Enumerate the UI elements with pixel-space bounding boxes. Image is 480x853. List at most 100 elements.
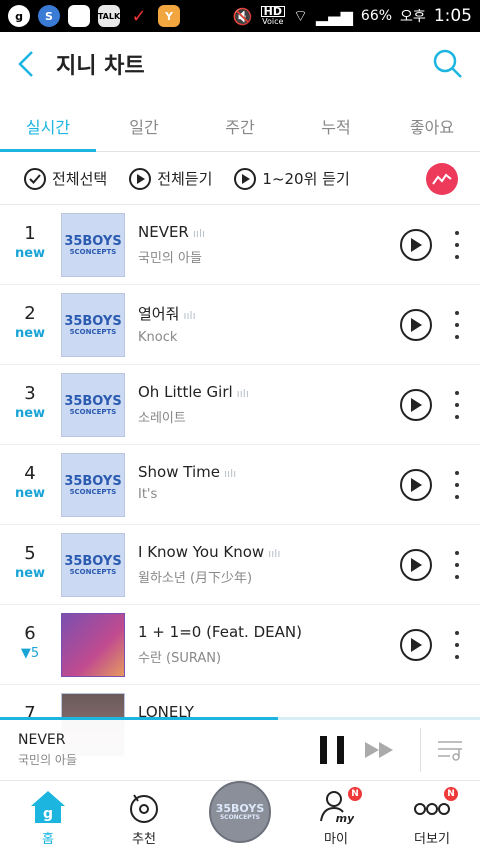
s-app-notification-icon: S xyxy=(38,5,60,27)
song-info: NEVER ıılı 국민의 아들 xyxy=(138,223,388,266)
bottom-navigation: g 홈 추천 35BOYS 5CONCEPTS N my 마이 N 더보기 xyxy=(0,780,480,853)
nav-my[interactable]: N my 마이 xyxy=(288,781,384,853)
nav-home-label: 홈 xyxy=(42,832,54,847)
song-title: Show Time xyxy=(138,463,220,481)
svg-text:g: g xyxy=(43,806,53,822)
disc-icon xyxy=(130,794,158,823)
kakaotalk-notification-icon: TALK xyxy=(98,5,120,27)
album-art: 35BOYS 5CONCEPTS xyxy=(61,533,125,597)
chart-graph-button[interactable] xyxy=(426,163,458,195)
gallery-notification-icon xyxy=(68,5,90,27)
rank-number: 3 xyxy=(24,383,36,404)
select-all-label: 전체선택 xyxy=(52,170,108,188)
tab-daily[interactable]: 일간 xyxy=(96,100,192,151)
search-icon xyxy=(433,49,462,78)
song-artist: 수란 (SURAN) xyxy=(138,651,222,666)
play-range-button[interactable]: 1~20위 듣기 xyxy=(234,167,350,190)
song-info: 열어줘 ıılı Knock xyxy=(138,303,388,345)
nav-more[interactable]: N 더보기 xyxy=(384,781,480,853)
tab-realtime[interactable]: 실시간 xyxy=(0,100,96,152)
nav-now-playing[interactable]: 35BOYS 5CONCEPTS xyxy=(192,781,288,853)
battery-level: 66% xyxy=(360,8,393,24)
rank: 3 new xyxy=(10,383,50,421)
rank-status: new xyxy=(14,406,46,421)
playlist-button[interactable] xyxy=(436,738,464,766)
waveform-icon: ıılı xyxy=(223,467,237,480)
waveform-icon: ıılı xyxy=(236,387,249,400)
more-options-button[interactable] xyxy=(452,391,462,419)
album-art xyxy=(61,613,125,677)
play-button[interactable] xyxy=(400,629,432,661)
song-row[interactable]: 3 new 35BOYS 5CONCEPTS Oh Little Girl ııl… xyxy=(0,365,480,445)
song-info: I Know You Know ıılı 윌하소년 (月下少年) xyxy=(138,543,388,586)
more-options-button[interactable] xyxy=(452,231,462,259)
fast-forward-icon xyxy=(365,742,393,758)
chart-tabs: 실시간 일간 주간 누적 좋아요 xyxy=(0,100,480,152)
tab-weekly[interactable]: 주간 xyxy=(192,100,288,151)
mute-icon: 🔇 xyxy=(232,6,253,26)
rank: 1 new xyxy=(10,223,50,261)
song-row[interactable]: 2 new 35BOYS 5CONCEPTS 열어줘 ıılı Knock xyxy=(0,285,480,365)
search-button[interactable] xyxy=(430,46,466,82)
svg-text:my: my xyxy=(336,812,354,825)
signal-icon: ▂▄▆ xyxy=(316,6,353,26)
time: 1:05 xyxy=(433,6,472,26)
wifi-icon: ⌔ xyxy=(292,6,308,25)
rank-number: 2 xyxy=(24,303,36,324)
home-icon: g xyxy=(31,791,65,823)
more-options-button[interactable] xyxy=(452,311,462,339)
play-button[interactable] xyxy=(400,389,432,421)
pause-button[interactable] xyxy=(320,736,344,764)
page-title: 지니 차트 xyxy=(56,54,145,79)
now-playing-artist: 국민의 아들 xyxy=(18,753,78,767)
now-playing-disc: 35BOYS 5CONCEPTS xyxy=(209,781,271,843)
app-header: 지니 차트 xyxy=(0,32,480,96)
hd-voice-indicator: HD Voice xyxy=(260,5,285,26)
song-row[interactable]: 4 new 35BOYS 5CONCEPTS Show Time ıılı It'… xyxy=(0,445,480,525)
play-icon xyxy=(411,398,422,412)
album-art: 35BOYS 5CONCEPTS xyxy=(61,293,125,357)
song-row[interactable]: 1 new 35BOYS 5CONCEPTS NEVER ıılı 국민의 아들 xyxy=(0,205,480,285)
more-options-button[interactable] xyxy=(452,551,462,579)
tab-cumulative[interactable]: 누적 xyxy=(288,100,384,151)
mini-player[interactable]: NEVER 국민의 아들 xyxy=(0,720,480,780)
nav-recommend-label: 추천 xyxy=(132,832,156,847)
play-button[interactable] xyxy=(400,469,432,501)
song-title: Oh Little Girl xyxy=(138,383,233,401)
play-range-label: 1~20위 듣기 xyxy=(262,170,350,188)
nav-my-label: 마이 xyxy=(324,832,348,847)
more-options-button[interactable] xyxy=(452,471,462,499)
song-row[interactable]: 6 ▼5 1 + 1=0 (Feat. DEAN) 수란 (SURAN) xyxy=(0,605,480,685)
genie-notification-icon: g xyxy=(8,5,30,27)
play-button[interactable] xyxy=(400,309,432,341)
rank-status: new xyxy=(14,326,46,341)
rank: 6 ▼5 xyxy=(10,623,50,661)
chart-controls: 전체선택 전체듣기 1~20위 듣기 xyxy=(0,153,480,205)
play-all-button[interactable]: 전체듣기 xyxy=(129,167,212,190)
song-list: 1 new 35BOYS 5CONCEPTS NEVER ıılı 국민의 아들 … xyxy=(0,205,480,765)
album-art: 35BOYS 5CONCEPTS xyxy=(61,213,125,277)
rank: 5 new xyxy=(10,543,50,581)
more-options-button[interactable] xyxy=(452,631,462,659)
waveform-icon: ıılı xyxy=(192,227,206,240)
play-button[interactable] xyxy=(400,229,432,261)
nav-home[interactable]: g 홈 xyxy=(0,781,96,853)
next-button[interactable] xyxy=(365,740,395,764)
play-circle-icon xyxy=(234,167,257,190)
tab-likes[interactable]: 좋아요 xyxy=(384,100,480,151)
song-artist: It's xyxy=(138,487,158,502)
song-row[interactable]: 5 new 35BOYS 5CONCEPTS I Know You Know ıı… xyxy=(0,525,480,605)
song-info: 1 + 1=0 (Feat. DEAN) 수란 (SURAN) xyxy=(138,623,388,666)
rank-number: 1 xyxy=(24,223,36,244)
nav-recommend[interactable]: 추천 xyxy=(96,781,192,853)
new-badge: N xyxy=(348,787,362,801)
album-art: 35BOYS 5CONCEPTS xyxy=(61,373,125,437)
check-circle-icon xyxy=(24,167,46,190)
play-button[interactable] xyxy=(400,549,432,581)
rank-change-down: ▼5 xyxy=(20,646,40,661)
back-button[interactable] xyxy=(0,32,52,96)
status-bar: g S TALK ✓ Y 🔇 HD Voice ⌔ ▂▄▆ 66% 오후 1:0… xyxy=(0,0,480,32)
select-all-button[interactable]: 전체선택 xyxy=(24,167,108,190)
song-artist: Knock xyxy=(138,330,178,345)
play-icon xyxy=(411,478,422,492)
